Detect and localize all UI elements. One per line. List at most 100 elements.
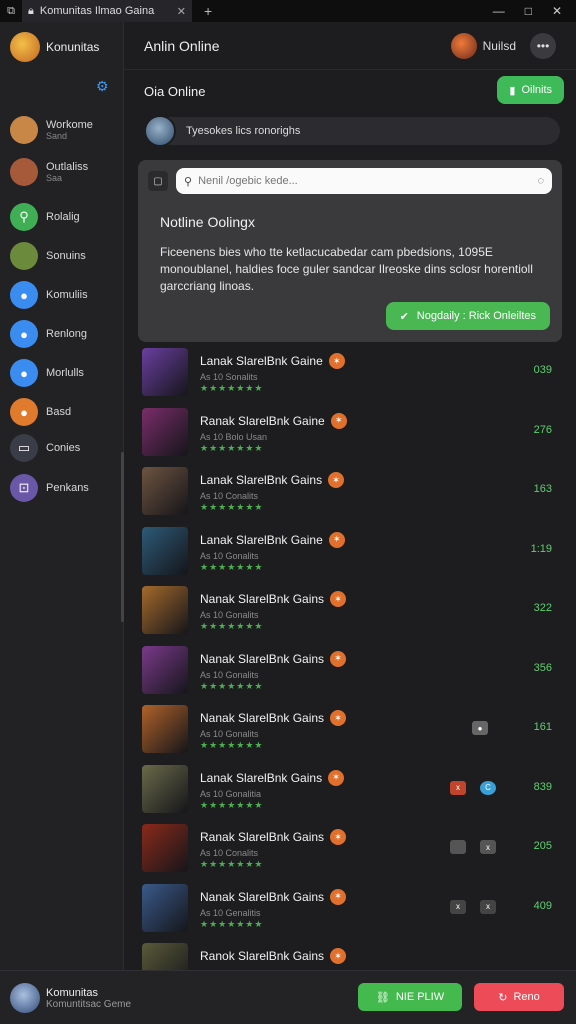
card-title: Notline Oolingx [160, 214, 255, 230]
sidebar-item-subtext: Saa [46, 173, 63, 183]
game-row[interactable]: Nanak SlarelBnk Gains ✶ As 10 Genalitis ★★★… [142, 883, 562, 940]
game-thumbnail[interactable] [142, 407, 188, 456]
sidebar-item-4[interactable]: ● Komuliis [10, 281, 120, 309]
sidebar-item-icon: ● [10, 281, 38, 309]
sidebar-item-1[interactable]: Outlaliss Saa [10, 158, 120, 186]
minimize-button[interactable]: — [493, 4, 505, 18]
brand-label: Konunitas [46, 40, 100, 54]
browser-tab[interactable]: 🔒︎ Komunitas Ilmao Gaina ✕ [22, 0, 192, 22]
status-avatar [144, 115, 176, 147]
game-action-icon[interactable]: C [480, 780, 496, 795]
link-icon: ⛓ [375, 991, 390, 1004]
game-rating-stars: ★★★★★★★ [200, 740, 264, 750]
game-title: Nanak SlarelBnk Gains [200, 889, 325, 904]
more-options-button[interactable]: ••• [530, 32, 556, 59]
gear-icon[interactable]: ⚙ [96, 78, 109, 95]
game-rating-stars: ★★★★★★★ [200, 621, 264, 631]
game-subtitle: As 10 Gonalits [200, 550, 259, 561]
game-subtitle: As 10 Sonalits [200, 372, 258, 382]
search-icon: ⚲ [184, 175, 193, 188]
sidebar-item-text: Basd [46, 406, 72, 418]
status-input[interactable]: Tyesokes lics ronorighs [144, 115, 560, 147]
game-thumbnail[interactable] [142, 467, 188, 515]
game-title: Ranak SlarelBnk Gaine [200, 413, 325, 428]
sidebar-item-0[interactable]: Workome Sand [10, 116, 120, 144]
game-badge-icon: ✶ [330, 948, 347, 964]
game-subtitle: As 10 Conalits [200, 848, 259, 858]
sidebar-item-2[interactable]: ⚲ Rolalig [10, 203, 120, 231]
sidebar-brand[interactable]: Konunitas [0, 22, 123, 72]
new-tab-button[interactable]: + [204, 3, 212, 19]
game-action-icon[interactable] [450, 840, 466, 854]
game-thumbnail[interactable] [142, 764, 188, 813]
game-subtitle: As 10 Gonalits [200, 610, 259, 620]
game-action-icon[interactable]: x [480, 899, 496, 914]
sidebar-item-3[interactable]: Sonuins [10, 242, 120, 270]
game-thumbnail[interactable] [142, 705, 188, 753]
game-thumbnail[interactable] [142, 824, 188, 872]
reno-button[interactable]: ↻ Reno [474, 983, 564, 1011]
search-box[interactable]: ⚲ ◌ [176, 168, 552, 194]
game-row[interactable]: Lanak SlarelBnk Gains ✶ As 10 Conalits ★★★★… [142, 467, 562, 523]
sidebar-item-7[interactable]: ● Basd [10, 398, 120, 426]
game-title-row: Lanak SlarelBnk Gains ✶ [200, 472, 345, 488]
user-menu[interactable]: Nuilsd [450, 32, 516, 59]
game-thumbnail[interactable] [142, 348, 188, 396]
sidebar-item-9[interactable]: ⊡ Penkans [10, 474, 120, 502]
sidebar-item-text: Rolalig [46, 211, 80, 223]
game-row[interactable]: Nanak SlarelBnk Gains ✶ As 10 Gonalits ★★★★… [142, 645, 562, 702]
game-title: Lanak SlarelBnk Gains [200, 770, 323, 785]
game-thumbnail[interactable] [142, 526, 188, 575]
game-title-row: Nanak SlarelBnk Gains ✶ [200, 710, 347, 726]
sidebar-item-8[interactable]: ▭ Conies [10, 434, 120, 462]
new-play-button[interactable]: ⛓ NIE PLIW [358, 983, 462, 1011]
game-rating-stars: ★★★★★★★ [200, 442, 264, 453]
card-action-label: Nogdaily : Rick Onleiltes [416, 310, 536, 322]
game-thumbnail[interactable] [142, 586, 188, 634]
online-button[interactable]: ▮ Oilnits [497, 76, 564, 104]
game-thumbnail[interactable] [142, 883, 188, 932]
game-thumbnail[interactable] [142, 645, 188, 694]
sidebar-item-icon: ● [10, 359, 38, 387]
card-action-button[interactable]: ✔ Nogdaily : Rick Onleiltes [385, 302, 550, 330]
sidebar-item-text: Komuliis [46, 289, 88, 301]
game-row[interactable]: Lanak SlarelBnk Gaine ✶ As 10 Sonalits ★★★★… [142, 348, 562, 404]
sidebar: Konunitas ⚙ Workome Sand Outlaliss Saa ⚲ Rola… [0, 22, 124, 970]
main-panel: Anlin Online Nuilsd ••• Oia Online ▮ Oil… [124, 22, 576, 991]
sidebar-item-6[interactable]: ● Morlulls [10, 359, 120, 387]
sidebar-item-5[interactable]: ● Renlong [10, 320, 120, 348]
search-input[interactable] [198, 175, 532, 187]
sidebar-item-icon [10, 242, 38, 270]
game-row[interactable]: Nanak SlarelBnk Gains ✶ As 10 Gonalits ★★★★… [142, 586, 562, 642]
game-badge-icon: ✶ [330, 591, 347, 607]
game-rating-stars: ★★★★★★★ [200, 799, 264, 810]
header: Anlin Online Nuilsd ••• [124, 22, 576, 70]
sidebar-item-label: Renlong [46, 328, 87, 340]
game-row[interactable]: Lanak SlarelBnk Gaine ✶ As 10 Gonalits ★★★★… [142, 526, 562, 583]
game-title-row: Lanak SlarelBnk Gaine ✶ [200, 531, 345, 548]
game-action-icon[interactable]: x [450, 780, 466, 795]
sidebar-item-icon: ● [10, 398, 38, 426]
close-tab-icon[interactable]: ✕ [177, 5, 186, 18]
window-icon[interactable]: ▢ [148, 171, 168, 191]
game-row[interactable]: Nanak SlarelBnk Gains ✶ As 10 Gonalits ★★★★… [142, 705, 562, 761]
refresh-icon[interactable]: ◌ [537, 175, 544, 187]
maximize-button[interactable]: □ [525, 4, 532, 18]
game-action-icon[interactable]: ● [472, 721, 488, 735]
game-count: 205 [533, 840, 552, 852]
game-row[interactable]: Lanak SlarelBnk Gains ✶ As 10 Gonalitia ★★★… [142, 764, 562, 821]
game-badge-icon: ✶ [328, 531, 345, 548]
game-row[interactable]: Ranak SlarelBnk Gaine ✶ As 10 Bolo Usan ★★★… [142, 407, 562, 464]
game-row[interactable]: Ranak SlarelBnk Gains ✶ As 10 Conalits ★★★★… [142, 824, 562, 880]
game-action-icon[interactable]: x [480, 840, 496, 854]
sidebar-item-label: Penkans [46, 482, 89, 494]
game-rating-stars: ★★★★★★★ [200, 502, 264, 512]
game-count: 163 [533, 483, 552, 495]
game-count: 276 [533, 423, 552, 436]
close-window-button[interactable]: ✕ [552, 4, 562, 18]
game-count: 161 [533, 721, 552, 733]
footer-user[interactable]: Komunitas Komuntitsac Geme [10, 983, 131, 1013]
game-title: Lanak SlarelBnk Gaine [200, 532, 323, 547]
check-icon: ✔ [399, 310, 409, 323]
game-action-icon[interactable]: x [450, 899, 466, 914]
